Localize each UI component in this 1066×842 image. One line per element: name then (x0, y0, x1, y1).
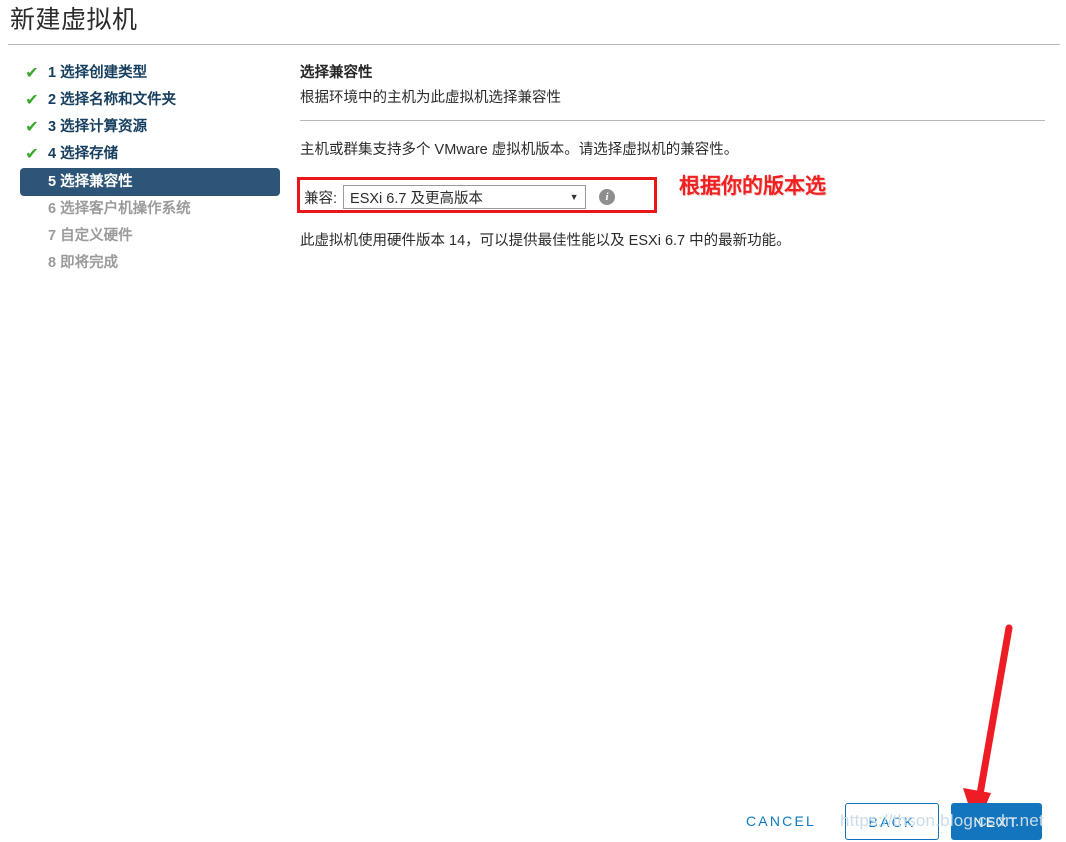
step-label: 即将完成 (60, 255, 119, 271)
info-icon[interactable]: i (599, 189, 616, 205)
sidebar-item-step-3[interactable]: ✔ 3 选择计算资源 (20, 114, 282, 141)
step-label: 选择存储 (60, 146, 119, 162)
wizard-footer: CANCEL BACK NEXT (0, 803, 1066, 842)
next-button[interactable]: NEXT (951, 803, 1042, 840)
step-label: 自定义硬件 (60, 228, 133, 244)
step-label: 选择计算资源 (60, 119, 148, 135)
sidebar-item-step-6[interactable]: 6 选择客户机操作系统 (20, 196, 282, 223)
step-label: 选择客户机操作系统 (60, 201, 191, 217)
compatibility-row: 兼容: ESXi 6.7 及更高版本 ▼ i (304, 185, 616, 209)
sidebar-item-step-4[interactable]: ✔ 4 选择存储 (20, 141, 282, 168)
annotation-red-note: 根据你的版本选 (679, 174, 826, 198)
check-icon: ✔ (25, 146, 39, 163)
hardware-version-note: 此虚拟机使用硬件版本 14，可以提供最佳性能以及 ESXi 6.7 中的最新功能… (300, 233, 791, 249)
page-title: 新建虚拟机 (10, 6, 138, 34)
step-number: 3 (48, 119, 57, 135)
wizard-steps-nav: ✔ 1 选择创建类型 ✔ 2 选择名称和文件夹 ✔ 3 选择计算资源 ✔ 4 选择存储 … (20, 60, 282, 277)
step-number: 2 (48, 92, 57, 108)
panel-title: 选择兼容性 (300, 65, 373, 81)
cancel-button[interactable]: CANCEL (733, 803, 829, 840)
sidebar-item-step-7[interactable]: 7 自定义硬件 (20, 223, 282, 250)
step-label: 选择名称和文件夹 (60, 92, 177, 108)
back-button[interactable]: BACK (845, 803, 939, 840)
sidebar-item-step-1[interactable]: ✔ 1 选择创建类型 (20, 60, 282, 87)
check-icon: ✔ (25, 119, 39, 136)
main-panel: 选择兼容性 根据环境中的主机为此虚拟机选择兼容性 (300, 62, 1046, 110)
sidebar-item-step-8[interactable]: 8 即将完成 (20, 250, 282, 277)
chevron-down-icon[interactable]: ▼ (563, 186, 585, 208)
panel-subtitle: 根据环境中的主机为此虚拟机选择兼容性 (300, 90, 561, 106)
compatibility-intro-text: 主机或群集支持多个 VMware 虚拟机版本。请选择虚拟机的兼容性。 (300, 142, 739, 158)
check-icon: ✔ (25, 92, 39, 109)
step-number: 7 (48, 228, 57, 244)
sidebar-item-step-2[interactable]: ✔ 2 选择名称和文件夹 (20, 87, 282, 114)
step-number: 4 (48, 146, 57, 162)
step-label: 选择创建类型 (60, 65, 148, 81)
step-number: 8 (48, 255, 57, 271)
step-number: 5 (48, 174, 57, 190)
check-icon: ✔ (25, 65, 39, 82)
sidebar-item-step-5[interactable]: 5 选择兼容性 (20, 168, 280, 196)
compatibility-select-value: ESXi 6.7 及更高版本 (350, 190, 483, 207)
compatibility-select[interactable]: ESXi 6.7 及更高版本 ▼ (343, 185, 587, 209)
compatibility-label: 兼容: (304, 190, 338, 207)
step-label: 选择兼容性 (60, 174, 133, 190)
title-divider (8, 44, 1060, 45)
content-divider (300, 120, 1045, 121)
step-number: 6 (48, 201, 57, 217)
step-number: 1 (48, 65, 57, 81)
